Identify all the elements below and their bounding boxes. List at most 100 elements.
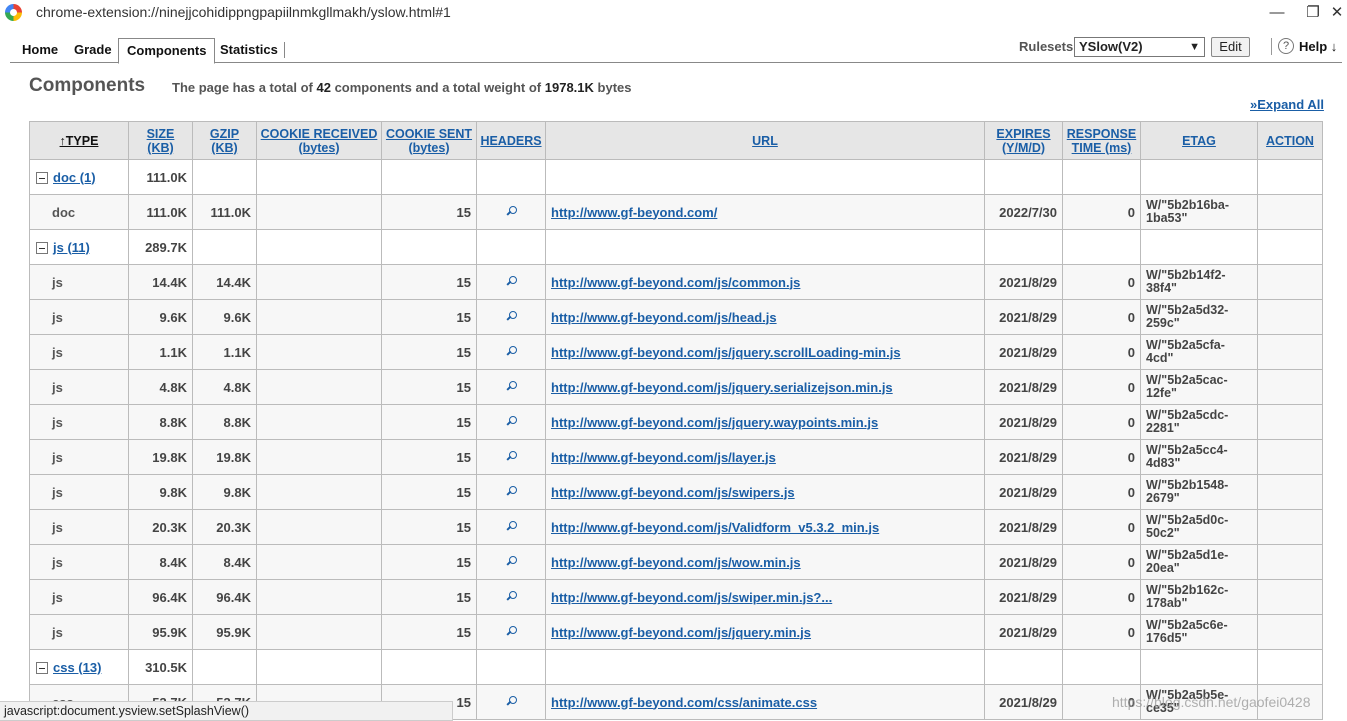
magnifier-icon[interactable] bbox=[506, 555, 517, 567]
cell-expires: 2021/8/29 bbox=[984, 544, 1063, 580]
group-toggle-cell[interactable]: js (11) bbox=[29, 229, 129, 265]
table-row: js 8.4K 8.4K 15 http://www.gf-beyond.com/js/… bbox=[29, 544, 1323, 580]
col-size-line2: (KB) bbox=[147, 140, 174, 155]
total-weight: 1978.1K bbox=[544, 80, 594, 95]
tab-grade[interactable]: Grade bbox=[66, 38, 120, 63]
col-url[interactable]: URL bbox=[545, 121, 985, 160]
table-row: js 1.1K 1.1K 15 http://www.gf-beyond.com/js/… bbox=[29, 334, 1323, 370]
cell-action bbox=[1257, 334, 1323, 370]
magnifier-icon[interactable] bbox=[506, 205, 517, 217]
cell-type: js bbox=[29, 474, 129, 510]
cell-cookie-sent: 15 bbox=[381, 544, 477, 580]
cell-expires: 2021/8/29 bbox=[984, 579, 1063, 615]
cell-size: 111.0K bbox=[128, 194, 193, 230]
collapse-icon[interactable] bbox=[36, 172, 48, 185]
cell-url: http://www.gf-beyond.com/js/jquery.waypo… bbox=[545, 404, 985, 440]
collapse-icon[interactable] bbox=[36, 242, 48, 255]
group-link[interactable]: doc (1) bbox=[53, 170, 96, 185]
col-etag[interactable]: ETAG bbox=[1140, 121, 1258, 160]
cell-cookie-sent: 15 bbox=[381, 194, 477, 230]
col-cookie-sent-line2: (bytes) bbox=[408, 140, 450, 155]
url-link[interactable]: http://www.gf-beyond.com/js/jquery.min.j… bbox=[551, 625, 811, 640]
url-link[interactable]: http://www.gf-beyond.com/js/layer.js bbox=[551, 450, 776, 465]
col-size[interactable]: SIZE (KB) bbox=[128, 121, 193, 160]
watermark: https://blog.csdn.net/gaofei0428 bbox=[1112, 694, 1311, 710]
cell-type: doc bbox=[29, 194, 129, 230]
magnifier-icon[interactable] bbox=[506, 590, 517, 602]
col-headers[interactable]: HEADERS bbox=[476, 121, 546, 160]
col-type[interactable]: ↑TYPE bbox=[29, 121, 129, 160]
cell-expires: 2021/8/29 bbox=[984, 404, 1063, 440]
url-link[interactable]: http://www.gf-beyond.com/js/head.js bbox=[551, 310, 777, 325]
cell-type: js bbox=[29, 334, 129, 370]
tab-components[interactable]: Components bbox=[118, 38, 216, 64]
magnifier-icon[interactable] bbox=[506, 275, 517, 287]
magnifier-icon[interactable] bbox=[506, 625, 517, 637]
cell-type: js bbox=[29, 369, 129, 405]
url-link[interactable]: http://www.gf-beyond.com/css/animate.css bbox=[551, 695, 817, 710]
close-icon[interactable]: ✕ bbox=[1322, 2, 1347, 24]
rulesets-select[interactable]: YSlow(V2) ▼ bbox=[1074, 37, 1205, 57]
col-response-time[interactable]: RESPONSE TIME (ms) bbox=[1062, 121, 1141, 160]
col-action[interactable]: ACTION bbox=[1257, 121, 1323, 160]
empty-cell bbox=[984, 159, 1063, 195]
tab-statistics[interactable]: Statistics bbox=[212, 38, 286, 63]
col-gzip-line2: (KB) bbox=[211, 140, 238, 155]
help-icon[interactable]: ? bbox=[1278, 38, 1294, 54]
cell-size: 4.8K bbox=[128, 369, 193, 405]
cell-cookie-sent: 15 bbox=[381, 369, 477, 405]
col-cookie-received[interactable]: COOKIE RECEIVED (bytes) bbox=[256, 121, 382, 160]
etag-line1: W/"5b2b14f2- bbox=[1146, 268, 1226, 282]
magnifier-icon[interactable] bbox=[506, 450, 517, 462]
help-menu[interactable]: Help ↓ bbox=[1299, 39, 1337, 54]
etag-line2: 2679" bbox=[1146, 491, 1180, 505]
cell-etag: W/"5b2a5d32- 259c" bbox=[1140, 299, 1258, 335]
cell-cookie-sent: 15 bbox=[381, 614, 477, 650]
cell-cookie-received bbox=[256, 404, 382, 440]
table-row: js 96.4K 96.4K 15 http://www.gf-beyond.com/j… bbox=[29, 579, 1323, 615]
table-row: js 4.8K 4.8K 15 http://www.gf-beyond.com/js/… bbox=[29, 369, 1323, 405]
url-link[interactable]: http://www.gf-beyond.com/js/swipers.js bbox=[551, 485, 795, 500]
col-cookie-sent[interactable]: COOKIE SENT (bytes) bbox=[381, 121, 477, 160]
cell-expires: 2021/8/29 bbox=[984, 614, 1063, 650]
cell-action bbox=[1257, 579, 1323, 615]
cell-expires: 2021/8/29 bbox=[984, 439, 1063, 475]
magnifier-icon[interactable] bbox=[506, 695, 517, 707]
magnifier-icon[interactable] bbox=[506, 345, 517, 357]
url-link[interactable]: http://www.gf-beyond.com/ bbox=[551, 205, 717, 220]
url-link[interactable]: http://www.gf-beyond.com/js/jquery.waypo… bbox=[551, 415, 878, 430]
cell-etag: W/"5b2a5c6e- 176d5" bbox=[1140, 614, 1258, 650]
cell-size: 20.3K bbox=[128, 509, 193, 545]
cell-headers bbox=[476, 579, 546, 615]
magnifier-icon[interactable] bbox=[506, 310, 517, 322]
url-link[interactable]: http://www.gf-beyond.com/js/Validform_v5… bbox=[551, 520, 879, 535]
col-expires[interactable]: EXPIRES (Y/M/D) bbox=[984, 121, 1063, 160]
edit-ruleset-button[interactable]: Edit bbox=[1211, 37, 1250, 57]
magnifier-icon[interactable] bbox=[506, 380, 517, 392]
magnifier-icon[interactable] bbox=[506, 485, 517, 497]
cell-response-time: 0 bbox=[1062, 544, 1141, 580]
magnifier-icon[interactable] bbox=[506, 415, 517, 427]
group-toggle-cell[interactable]: doc (1) bbox=[29, 159, 129, 195]
etag-line2: 12fe" bbox=[1146, 386, 1177, 400]
minimize-icon[interactable]: — bbox=[1262, 2, 1292, 24]
summary-prefix: The page has a total of bbox=[172, 80, 313, 95]
col-gzip-line1: GZIP bbox=[209, 126, 240, 141]
url-link[interactable]: http://www.gf-beyond.com/js/common.js bbox=[551, 275, 800, 290]
url-link[interactable]: http://www.gf-beyond.com/js/wow.min.js bbox=[551, 555, 801, 570]
url-link[interactable]: http://www.gf-beyond.com/js/swiper.min.j… bbox=[551, 590, 832, 605]
status-bar: javascript:document.ysview.setSplashView… bbox=[0, 701, 453, 721]
cell-cookie-sent: 15 bbox=[381, 404, 477, 440]
group-link[interactable]: js (11) bbox=[53, 240, 90, 255]
expand-all-link[interactable]: »Expand All bbox=[1250, 97, 1324, 112]
url-link[interactable]: http://www.gf-beyond.com/js/jquery.scrol… bbox=[551, 345, 901, 360]
magnifier-icon[interactable] bbox=[506, 520, 517, 532]
collapse-icon[interactable] bbox=[36, 662, 48, 675]
tab-home[interactable]: Home bbox=[14, 38, 66, 63]
col-gzip[interactable]: GZIP (KB) bbox=[192, 121, 257, 160]
group-toggle-cell[interactable]: css (13) bbox=[29, 649, 129, 685]
url-link[interactable]: http://www.gf-beyond.com/js/jquery.seria… bbox=[551, 380, 893, 395]
group-link[interactable]: css (13) bbox=[53, 660, 101, 675]
etag-value: W/"5b2a5c6e- 176d5" bbox=[1146, 619, 1252, 645]
cell-cookie-sent: 15 bbox=[381, 579, 477, 615]
